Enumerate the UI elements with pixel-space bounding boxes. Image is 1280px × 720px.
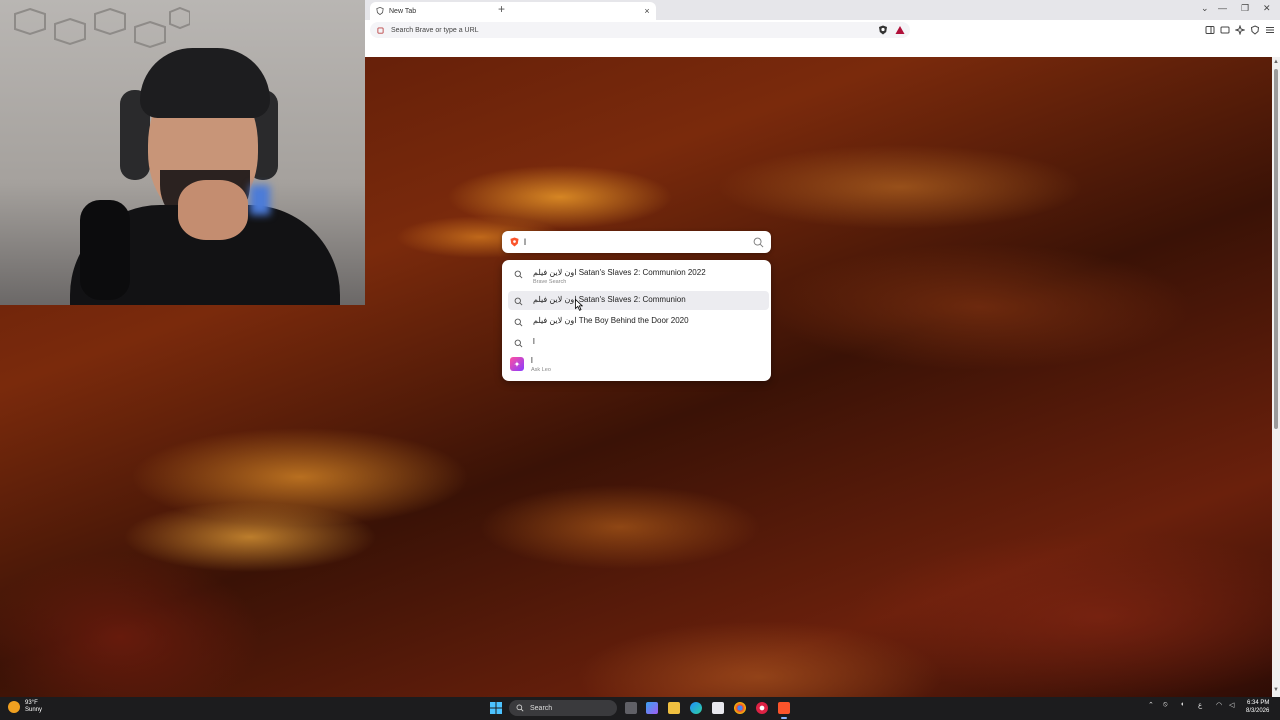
weather-widget[interactable]: 93°F Sunny	[8, 700, 42, 714]
windows-start-icon[interactable]	[490, 702, 502, 714]
address-bar[interactable]: Search Brave or type a URL	[370, 22, 910, 38]
tab-title: New Tab	[389, 7, 417, 15]
suggestion-text: اون لاین فیلم The Boy Behind the Door 20…	[533, 316, 689, 325]
clock-date: 8/3/2026	[1246, 708, 1270, 714]
search-icon	[514, 297, 523, 306]
search-icon	[516, 704, 524, 712]
scrollbar-thumb[interactable]	[1274, 69, 1278, 429]
wallet-icon[interactable]	[1220, 25, 1230, 35]
weather-description: Sunny	[25, 707, 43, 713]
address-bar-placeholder: Search Brave or type a URL	[391, 26, 479, 34]
tab-search-chevron-icon[interactable]: ⌄	[1201, 3, 1209, 14]
edge-icon[interactable]	[690, 702, 702, 714]
close-window-button[interactable]: ✕	[1263, 3, 1271, 14]
chrome-icon[interactable]	[734, 702, 746, 714]
suggestion-text: l	[533, 337, 535, 346]
page-scrollbar[interactable]: ▲ ▼	[1272, 57, 1280, 697]
scroll-down-icon[interactable]: ▼	[1273, 687, 1279, 693]
microphone-icon[interactable]: ◖	[1180, 701, 1184, 708]
file-explorer-icon[interactable]	[668, 702, 680, 714]
cap	[140, 48, 270, 118]
sun-icon	[8, 701, 20, 713]
search-suggestions-dropdown: اون لاین فیلم Satan's Slaves 2: Communio…	[502, 260, 771, 381]
weather-temperature: 93°F	[25, 700, 38, 706]
taskbar-search-label: Search	[530, 704, 553, 712]
wifi-icon[interactable]: ◠	[1216, 701, 1222, 709]
brave-taskbar-icon[interactable]	[778, 702, 790, 719]
brave-shield-icon	[376, 7, 384, 15]
suggestion-source: Ask Leo	[531, 367, 551, 373]
tab-close-icon[interactable]: ×	[641, 6, 653, 16]
suggestion-item[interactable]: اون لاین فیلم The Boy Behind the Door 20…	[508, 312, 769, 331]
browser-toolbar: Search Brave or type a URL	[365, 20, 1280, 40]
mouse-cursor-icon	[575, 299, 583, 311]
brave-search-icon	[510, 237, 519, 247]
webcam-overlay	[0, 0, 365, 305]
leo-icon[interactable]	[1235, 25, 1245, 35]
bookmarks-bar	[365, 40, 1280, 57]
brave-rewards-icon[interactable]	[895, 25, 905, 35]
suggestion-item-ask-leo[interactable]: ✦ l Ask Leo	[508, 354, 769, 378]
search-icon	[514, 318, 523, 327]
copilot-icon[interactable]	[646, 702, 658, 714]
clock-time: 6:34 PM	[1247, 700, 1270, 706]
suggestion-text: اون لاین فیلم Satan's Slaves 2: Communio…	[533, 295, 686, 304]
show-hidden-icons-chevron-icon[interactable]: ⌃	[1148, 701, 1154, 709]
suggestion-item-highlighted[interactable]: اون لاین فیلم Satan's Slaves 2: Communio…	[508, 291, 769, 310]
microphone	[80, 200, 130, 300]
leo-icon: ✦	[510, 357, 524, 371]
suggestion-text: l	[531, 356, 533, 365]
wall-decoration	[14, 6, 190, 49]
vpn-icon[interactable]	[1250, 25, 1260, 35]
windows-taskbar: 93°F Sunny Search ⌃ ⦸ ◖ ع ◠ ◁ 6:34 PM 8/…	[0, 697, 1280, 720]
suggestion-item[interactable]: l	[508, 333, 769, 352]
taskbar-search-box[interactable]: Search	[509, 700, 617, 716]
hand	[178, 180, 248, 240]
search-icon	[514, 339, 523, 348]
brave-shields-icon[interactable]	[878, 25, 888, 35]
tab-new-tab[interactable]: New Tab ×	[370, 2, 656, 20]
volume-icon[interactable]: ◁	[1229, 701, 1234, 709]
menu-icon[interactable]	[1265, 25, 1275, 35]
sidebar-icon[interactable]	[1205, 25, 1215, 35]
suggestion-item[interactable]: اون لاین فیلم Satan's Slaves 2: Communio…	[508, 264, 769, 289]
restore-button[interactable]: ❐	[1241, 3, 1249, 14]
page-info-icon	[377, 26, 384, 34]
search-query-input[interactable]: l	[524, 237, 753, 247]
suggestion-text: اون لاین فیلم Satan's Slaves 2: Communio…	[533, 268, 706, 277]
scroll-up-icon[interactable]: ▲	[1273, 59, 1279, 65]
system-clock[interactable]: 6:34 PM 8/3/2026	[1246, 699, 1269, 715]
tab-strip: New Tab × + ⌄ — ❐ ✕	[365, 0, 1280, 20]
suggestion-source: Brave Search	[533, 279, 567, 285]
rgb-light	[250, 185, 270, 215]
new-tab-search-box[interactable]: l	[502, 231, 771, 253]
chrome-dev-icon[interactable]	[756, 702, 768, 714]
new-tab-button[interactable]: +	[498, 2, 505, 16]
search-icon	[514, 270, 523, 279]
keyboard-language-icon[interactable]: ع	[1198, 701, 1202, 709]
microsoft-store-icon[interactable]	[712, 702, 724, 714]
minimize-button[interactable]: —	[1218, 3, 1227, 13]
network-status-icon[interactable]: ⦸	[1163, 701, 1168, 709]
search-icon[interactable]	[753, 237, 764, 248]
task-view-icon[interactable]	[625, 702, 637, 714]
